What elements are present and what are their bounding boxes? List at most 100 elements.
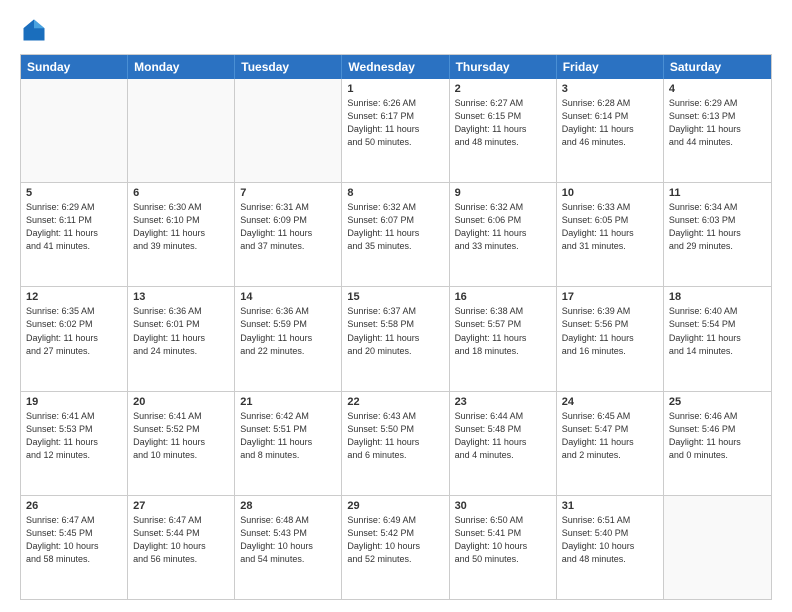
day-number: 6: [133, 187, 229, 199]
day-number: 20: [133, 396, 229, 408]
cal-cell: 30 Sunrise: 6:50 AMSunset: 5:41 PMDayligh…: [450, 496, 557, 599]
day-info: Sunrise: 6:51 AMSunset: 5:40 PMDaylight:…: [562, 514, 658, 566]
day-number: 24: [562, 396, 658, 408]
cal-cell: 26Sunrise: 6:47 AMSunset: 5:45 PMDayligh…: [21, 496, 128, 599]
cal-cell: [235, 79, 342, 182]
day-info: Sunrise: 6:32 AMSunset: 6:06 PMDaylight:…: [455, 201, 551, 253]
day-info: Sunrise: 6:32 AMSunset: 6:07 PMDaylight:…: [347, 201, 443, 253]
cal-cell: 18 Sunrise: 6:40 AMSunset: 5:54 PMDayligh…: [664, 287, 771, 390]
day-number: 23: [455, 396, 551, 408]
day-info: Sunrise: 6:50 AMSunset: 5:41 PMDaylight:…: [455, 514, 551, 566]
calendar: SundayMondayTuesdayWednesdayThursdayFrid…: [20, 54, 772, 600]
day-number: 1: [347, 83, 443, 95]
day-number: 26: [26, 500, 122, 512]
day-number: 5: [26, 187, 122, 199]
header-day-friday: Friday: [557, 55, 664, 79]
page: SundayMondayTuesdayWednesdayThursdayFrid…: [0, 0, 792, 612]
cal-cell: 7 Sunrise: 6:31 AMSunset: 6:09 PMDaylight…: [235, 183, 342, 286]
cal-cell: 25 Sunrise: 6:46 AMSunset: 5:46 PMDayligh…: [664, 392, 771, 495]
cal-cell: 8 Sunrise: 6:32 AMSunset: 6:07 PMDaylight…: [342, 183, 449, 286]
cal-cell: 24 Sunrise: 6:45 AMSunset: 5:47 PMDayligh…: [557, 392, 664, 495]
day-number: 16: [455, 291, 551, 303]
header-day-monday: Monday: [128, 55, 235, 79]
day-info: Sunrise: 6:48 AMSunset: 5:43 PMDaylight:…: [240, 514, 336, 566]
cal-cell: 5Sunrise: 6:29 AMSunset: 6:11 PMDaylight…: [21, 183, 128, 286]
day-number: 8: [347, 187, 443, 199]
cal-cell: 29 Sunrise: 6:49 AMSunset: 5:42 PMDayligh…: [342, 496, 449, 599]
day-info: Sunrise: 6:27 AMSunset: 6:15 PMDaylight:…: [455, 97, 551, 149]
day-info: Sunrise: 6:36 AMSunset: 6:01 PMDaylight:…: [133, 305, 229, 357]
day-number: 14: [240, 291, 336, 303]
day-number: 7: [240, 187, 336, 199]
day-info: Sunrise: 6:29 AMSunset: 6:13 PMDaylight:…: [669, 97, 766, 149]
cal-cell: 13 Sunrise: 6:36 AMSunset: 6:01 PMDayligh…: [128, 287, 235, 390]
day-info: Sunrise: 6:46 AMSunset: 5:46 PMDaylight:…: [669, 410, 766, 462]
header: [20, 16, 772, 44]
header-day-wednesday: Wednesday: [342, 55, 449, 79]
day-info: Sunrise: 6:31 AMSunset: 6:09 PMDaylight:…: [240, 201, 336, 253]
day-number: 30: [455, 500, 551, 512]
day-number: 11: [669, 187, 766, 199]
day-info: Sunrise: 6:40 AMSunset: 5:54 PMDaylight:…: [669, 305, 766, 357]
cal-cell: 28Sunrise: 6:48 AMSunset: 5:43 PMDayligh…: [235, 496, 342, 599]
calendar-body: 1 Sunrise: 6:26 AMSunset: 6:17 PMDaylight…: [21, 79, 771, 599]
cal-cell: [664, 496, 771, 599]
cal-cell: 19 Sunrise: 6:41 AMSunset: 5:53 PMDayligh…: [21, 392, 128, 495]
day-info: Sunrise: 6:44 AMSunset: 5:48 PMDaylight:…: [455, 410, 551, 462]
day-number: 13: [133, 291, 229, 303]
cal-cell: 2 Sunrise: 6:27 AMSunset: 6:15 PMDaylight…: [450, 79, 557, 182]
cal-cell: 22Sunrise: 6:43 AMSunset: 5:50 PMDayligh…: [342, 392, 449, 495]
day-number: 2: [455, 83, 551, 95]
calendar-header: SundayMondayTuesdayWednesdayThursdayFrid…: [21, 55, 771, 79]
day-info: Sunrise: 6:38 AMSunset: 5:57 PMDaylight:…: [455, 305, 551, 357]
day-number: 19: [26, 396, 122, 408]
cal-cell: 4 Sunrise: 6:29 AMSunset: 6:13 PMDaylight…: [664, 79, 771, 182]
day-info: Sunrise: 6:34 AMSunset: 6:03 PMDaylight:…: [669, 201, 766, 253]
day-number: 4: [669, 83, 766, 95]
day-number: 31: [562, 500, 658, 512]
cal-cell: 9 Sunrise: 6:32 AMSunset: 6:06 PMDaylight…: [450, 183, 557, 286]
day-info: Sunrise: 6:45 AMSunset: 5:47 PMDaylight:…: [562, 410, 658, 462]
header-day-saturday: Saturday: [664, 55, 771, 79]
cal-cell: [128, 79, 235, 182]
day-info: Sunrise: 6:35 AMSunset: 6:02 PMDaylight:…: [26, 305, 122, 357]
day-number: 9: [455, 187, 551, 199]
cal-cell: 14 Sunrise: 6:36 AMSunset: 5:59 PMDayligh…: [235, 287, 342, 390]
cal-cell: 10Sunrise: 6:33 AMSunset: 6:05 PMDayligh…: [557, 183, 664, 286]
day-info: Sunrise: 6:41 AMSunset: 5:52 PMDaylight:…: [133, 410, 229, 462]
week-row-1: 1 Sunrise: 6:26 AMSunset: 6:17 PMDaylight…: [21, 79, 771, 183]
day-info: Sunrise: 6:39 AMSunset: 5:56 PMDaylight:…: [562, 305, 658, 357]
cal-cell: 15Sunrise: 6:37 AMSunset: 5:58 PMDayligh…: [342, 287, 449, 390]
week-row-2: 5Sunrise: 6:29 AMSunset: 6:11 PMDaylight…: [21, 183, 771, 287]
cal-cell: 20 Sunrise: 6:41 AMSunset: 5:52 PMDayligh…: [128, 392, 235, 495]
day-info: Sunrise: 6:28 AMSunset: 6:14 PMDaylight:…: [562, 97, 658, 149]
cal-cell: [21, 79, 128, 182]
cal-cell: 27Sunrise: 6:47 AMSunset: 5:44 PMDayligh…: [128, 496, 235, 599]
day-number: 3: [562, 83, 658, 95]
header-day-sunday: Sunday: [21, 55, 128, 79]
day-info: Sunrise: 6:26 AMSunset: 6:17 PMDaylight:…: [347, 97, 443, 149]
cal-cell: 21Sunrise: 6:42 AMSunset: 5:51 PMDayligh…: [235, 392, 342, 495]
week-row-5: 26Sunrise: 6:47 AMSunset: 5:45 PMDayligh…: [21, 496, 771, 599]
day-number: 29: [347, 500, 443, 512]
day-info: Sunrise: 6:49 AMSunset: 5:42 PMDaylight:…: [347, 514, 443, 566]
cal-cell: 23 Sunrise: 6:44 AMSunset: 5:48 PMDayligh…: [450, 392, 557, 495]
day-info: Sunrise: 6:41 AMSunset: 5:53 PMDaylight:…: [26, 410, 122, 462]
cal-cell: 17Sunrise: 6:39 AMSunset: 5:56 PMDayligh…: [557, 287, 664, 390]
header-day-thursday: Thursday: [450, 55, 557, 79]
day-number: 15: [347, 291, 443, 303]
week-row-3: 12Sunrise: 6:35 AMSunset: 6:02 PMDayligh…: [21, 287, 771, 391]
cal-cell: 6 Sunrise: 6:30 AMSunset: 6:10 PMDaylight…: [128, 183, 235, 286]
day-number: 25: [669, 396, 766, 408]
day-info: Sunrise: 6:47 AMSunset: 5:44 PMDaylight:…: [133, 514, 229, 566]
logo: [20, 16, 52, 44]
day-number: 22: [347, 396, 443, 408]
cal-cell: 1 Sunrise: 6:26 AMSunset: 6:17 PMDaylight…: [342, 79, 449, 182]
cal-cell: 3 Sunrise: 6:28 AMSunset: 6:14 PMDaylight…: [557, 79, 664, 182]
day-number: 18: [669, 291, 766, 303]
day-number: 21: [240, 396, 336, 408]
day-info: Sunrise: 6:36 AMSunset: 5:59 PMDaylight:…: [240, 305, 336, 357]
header-day-tuesday: Tuesday: [235, 55, 342, 79]
logo-icon: [20, 16, 48, 44]
day-info: Sunrise: 6:30 AMSunset: 6:10 PMDaylight:…: [133, 201, 229, 253]
